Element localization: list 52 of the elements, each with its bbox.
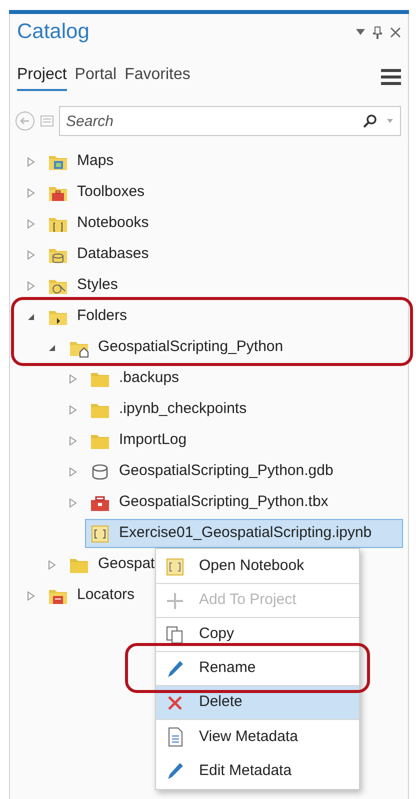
collapsed-arrow-icon[interactable] [27,280,35,290]
pencil-icon [165,761,185,781]
tree-item[interactable]: Maps [43,147,119,176]
tab[interactable]: Portal [74,63,117,91]
back-icon[interactable] [15,111,35,131]
collapsed-arrow-icon[interactable] [69,436,77,446]
plus-icon [165,590,185,610]
collapsed-arrow-icon[interactable] [27,188,35,198]
tree-item[interactable]: GeospatialScripting_Python.tbx [85,488,334,517]
search-field[interactable]: Search [59,106,401,136]
collapsed-arrow-icon[interactable] [69,466,77,476]
tree-item[interactable]: ImportLog [85,426,192,455]
close-icon[interactable] [390,26,401,38]
collapsed-arrow-icon[interactable] [69,498,77,508]
selected-tree-item[interactable]: Exercise01_GeospatialScripting.ipynb [85,519,403,548]
notebook-icon [165,556,185,576]
caret-icon[interactable] [356,29,365,35]
tree-item[interactable]: Locators [43,581,140,610]
menu-item[interactable]: Open Notebook [156,550,359,584]
menu-item[interactable]: Edit Metadata [156,754,359,788]
collapsed-arrow-icon[interactable] [27,218,35,228]
tree-item[interactable]: Toolboxes [43,178,150,207]
expanded-arrow-icon[interactable] [27,312,35,320]
expanded-arrow-icon[interactable] [48,344,56,352]
tree-item[interactable]: Databases [43,240,154,269]
pencil-icon [165,658,185,678]
menu-item[interactable]: Copy [156,618,359,652]
panel-title: Catalog [17,19,90,46]
collapsed-arrow-icon[interactable] [27,590,35,600]
tree-item[interactable]: GeospatialScripting_Python [64,333,288,362]
collapsed-arrow-icon[interactable] [69,404,77,414]
collapsed-arrow-icon[interactable] [69,374,77,384]
tree-item[interactable]: Folders [43,302,132,331]
pin-icon[interactable] [373,26,382,38]
tree-item[interactable]: GeospatialScripting_Python.gdb [85,457,338,486]
menu-item[interactable]: View Metadata [156,720,359,754]
caret-icon[interactable] [387,119,393,123]
menu-icon[interactable] [381,69,401,85]
menu-item[interactable]: Delete [156,686,359,720]
collapsed-arrow-icon[interactable] [27,250,35,260]
collapsed-arrow-icon[interactable] [48,560,56,570]
tree-item[interactable]: .ipynb_checkpoints [85,395,252,424]
notebook-icon [90,524,110,544]
tab[interactable]: Favorites [124,63,190,91]
menu-item[interactable]: Rename [156,652,359,686]
search-icon[interactable] [363,114,377,128]
copy-icon [165,624,185,644]
tree-item[interactable]: Notebooks [43,209,154,238]
tree-item[interactable]: Styles [43,271,123,300]
collapsed-arrow-icon[interactable] [27,156,35,166]
tree-item[interactable]: .backups [85,364,184,393]
tab[interactable]: Project [17,63,67,91]
